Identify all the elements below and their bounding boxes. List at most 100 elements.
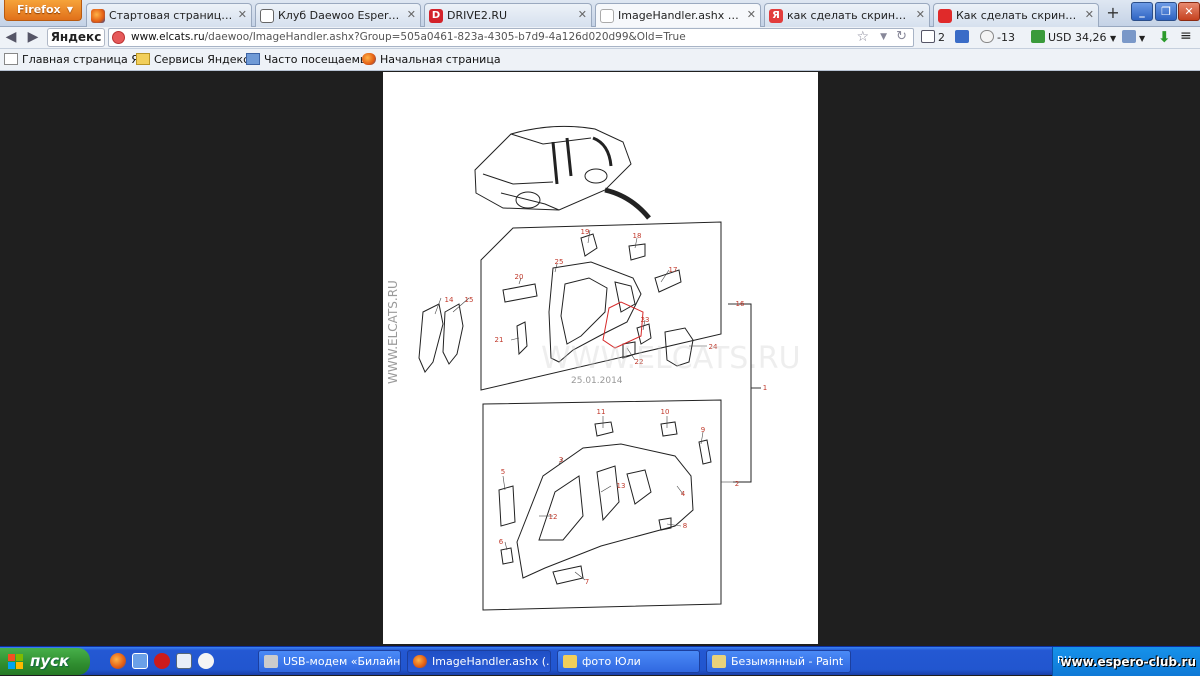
ie-quicklaunch-icon[interactable] (132, 653, 148, 669)
chevron-down-icon: ▼ (66, 5, 73, 14)
currency-value: USD 34,26 (1048, 31, 1107, 44)
task-paint[interactable]: Безымянный - Paint (706, 650, 851, 673)
tab-label: Как сделать скриншот ... (956, 9, 1080, 22)
address-bar[interactable]: www.elcats.ru/daewoo/ImageHandler.ashx?G… (108, 28, 914, 47)
tab-label: как сделать скриншот э... (787, 9, 911, 22)
opera-quicklaunch-icon[interactable] (154, 653, 170, 669)
close-icon[interactable]: ✕ (407, 8, 416, 21)
callout-17: 17 (669, 266, 678, 274)
body-panel-exploded-diagram: 16 1 2 3 4 5 6 7 8 9 10 11 12 13 14 15 1… (386, 125, 801, 611)
tab-label: ImageHandler.ashx (Изоб... (618, 9, 742, 22)
firefox-quicklaunch-icon[interactable] (110, 653, 126, 669)
reload-icon[interactable]: ↻ (896, 29, 907, 44)
task-label: ImageHandler.ashx (... (432, 655, 551, 668)
firefox-icon (413, 655, 427, 668)
windows-taskbar: пуск USB-модем «Билайн» ImageHandler.ash… (0, 646, 1200, 676)
firefox-menu-label: Firefox (17, 3, 61, 16)
tab-start-page[interactable]: Стартовая страница Fire... ✕ (86, 3, 252, 27)
page-content: 16 1 2 3 4 5 6 7 8 9 10 11 12 13 14 15 1… (0, 71, 1200, 646)
close-icon[interactable]: ✕ (747, 8, 756, 21)
start-button[interactable]: пуск (0, 648, 90, 675)
chevron-down-icon: ▼ (1139, 34, 1146, 43)
url-text: www.elcats.ru/daewoo/ImageHandler.ashx?G… (131, 31, 686, 43)
firefox-icon (91, 9, 105, 23)
cloud-icon (980, 30, 994, 43)
close-icon[interactable]: ✕ (578, 8, 587, 21)
yandex-search-button[interactable]: Яндекс (47, 28, 105, 47)
close-window-button[interactable]: ✕ (1178, 2, 1200, 21)
bookmark-yandex-home[interactable]: Главная страница Я... (4, 53, 149, 66)
menu-icon[interactable]: ≡ (1180, 28, 1192, 44)
tab-label: Стартовая страница Fire... (109, 9, 233, 22)
disk-icon (955, 30, 969, 43)
daewoo-icon (260, 9, 274, 23)
task-photo-folder[interactable]: фото Юли (557, 650, 700, 673)
navigation-bar: ◀ ▶ Яндекс www.elcats.ru/daewoo/ImageHan… (0, 27, 1200, 49)
callout-25: 25 (555, 258, 564, 266)
drive2-icon: D (429, 9, 443, 23)
bookmark-yandex-services[interactable]: Сервисы Яндекса (136, 53, 256, 66)
page-icon (4, 53, 18, 65)
mail-count: 2 (938, 31, 945, 44)
close-icon[interactable]: ✕ (238, 8, 247, 21)
mail-widget[interactable]: 2 (921, 30, 945, 44)
red-page-icon (938, 9, 952, 23)
currency-widget[interactable]: USD 34,26 ▼ (1031, 30, 1116, 44)
history-dropdown-icon[interactable]: ▼ (880, 32, 887, 42)
task-usb-modem[interactable]: USB-модем «Билайн» (258, 650, 401, 673)
bookmark-star-icon[interactable]: ☆ (856, 29, 869, 45)
new-tab-button[interactable]: + (1103, 5, 1123, 23)
callout-11: 11 (597, 408, 606, 416)
watermark-side: WWW.ELCATS.RU (386, 280, 400, 384)
folder-icon (563, 655, 577, 668)
addon-icon (1122, 30, 1136, 43)
callout-7: 7 (585, 578, 589, 586)
mail-icon (921, 30, 935, 43)
callout-14: 14 (445, 296, 454, 304)
site-identity-icon[interactable] (112, 31, 125, 44)
bookmark-label: Часто посещаемые (264, 53, 376, 66)
callout-2: 2 (735, 480, 739, 488)
callout-13: 13 (617, 482, 626, 490)
callout-20: 20 (515, 273, 524, 281)
callout-4: 4 (681, 490, 686, 498)
diagram-date: 25.01.2014 (571, 376, 623, 386)
currency-icon (1031, 30, 1045, 43)
callout-1: 1 (763, 384, 767, 392)
tab-bar: Firefox ▼ Стартовая страница Fire... ✕ Кл… (0, 0, 1200, 28)
yandex-icon: Я (769, 9, 783, 23)
app-quicklaunch-icon[interactable] (176, 653, 192, 669)
back-button[interactable]: ◀ (2, 28, 20, 46)
yandex-disk-widget[interactable] (955, 30, 972, 44)
weather-widget[interactable]: -13 (980, 30, 1015, 44)
bookmark-label: Главная страница Я... (22, 53, 150, 66)
callout-5: 5 (501, 468, 505, 476)
bookmarks-toolbar: Главная страница Я... Сервисы Яндекса Ча… (0, 49, 1200, 71)
modem-icon (264, 655, 278, 668)
task-imagehandler[interactable]: ImageHandler.ashx (... (407, 650, 551, 673)
tab-imagehandler[interactable]: ImageHandler.ashx (Изоб... ✕ (595, 3, 761, 28)
close-icon[interactable]: ✕ (1085, 8, 1094, 21)
close-icon[interactable]: ✕ (916, 8, 925, 21)
firefox-menu-button[interactable]: Firefox ▼ (4, 0, 82, 21)
firefox-icon (362, 53, 376, 65)
tab-espero-club[interactable]: Клуб Daewoo Espero||Ку... ✕ (255, 3, 421, 27)
minimize-button[interactable]: _ (1131, 2, 1153, 21)
tab-drive2[interactable]: D DRIVE2.RU ✕ (424, 3, 592, 27)
bookmark-most-visited[interactable]: Часто посещаемые (246, 53, 375, 66)
download-arrow-icon[interactable]: ⬇ (1158, 28, 1171, 46)
callout-10: 10 (661, 408, 670, 416)
bookmark-start-page[interactable]: Начальная страница (362, 53, 501, 66)
callout-15: 15 (465, 296, 474, 304)
paint-icon (712, 655, 726, 668)
addons-widget[interactable]: ▼ (1122, 30, 1145, 44)
tab-yandex-search-1[interactable]: Я как сделать скриншот э... ✕ (764, 3, 930, 27)
task-label: Безымянный - Paint (731, 655, 844, 668)
watermark-center: WWW.ELCATS.RU (541, 341, 801, 376)
url-domain: www.elcats.ru (131, 31, 205, 43)
maximize-button[interactable]: ❐ (1155, 2, 1177, 21)
task-label: USB-модем «Билайн» (283, 655, 401, 668)
media-quicklaunch-icon[interactable] (198, 653, 214, 669)
tab-yandex-search-2[interactable]: Как сделать скриншот ... ✕ (933, 3, 1099, 27)
forward-button[interactable]: ▶ (24, 28, 42, 46)
